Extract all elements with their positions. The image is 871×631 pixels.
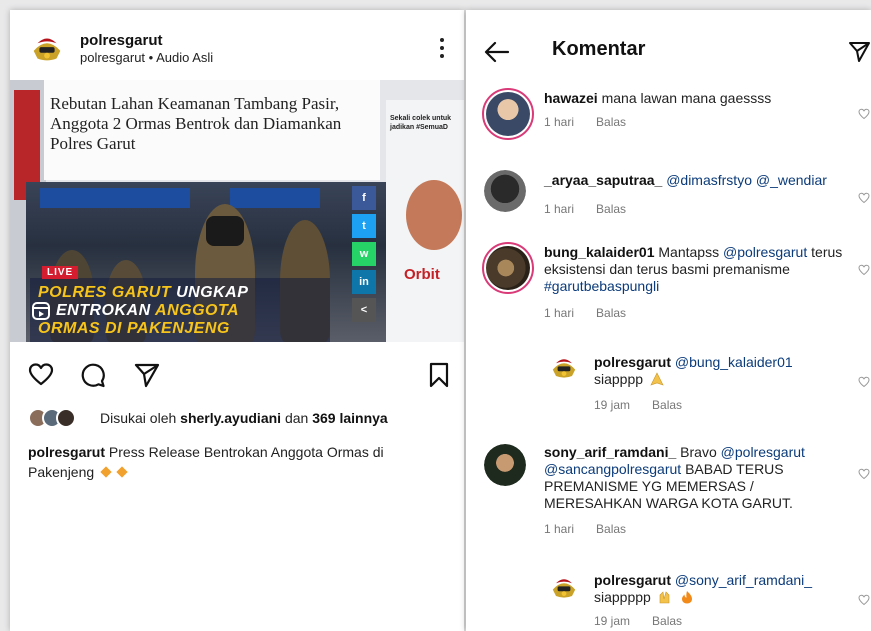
live-badge: LIVE bbox=[42, 266, 79, 279]
comment-meta: 1 hari Balas bbox=[544, 522, 627, 536]
comment-like-heart-icon[interactable] bbox=[858, 376, 870, 388]
likes-text[interactable]: Disukai oleh sherly.ayudiani dan 369 lai… bbox=[100, 410, 388, 426]
side-banner-text: Sekali colek untuk jadikan #SemuaD bbox=[390, 115, 452, 131]
post-username[interactable]: polresgarut bbox=[80, 32, 163, 49]
comment-meta: 19 jam Balas bbox=[594, 614, 683, 628]
comment-reply-item: polresgarut @sony_arif_ramdani_ siappppp… bbox=[466, 570, 871, 631]
fire-icon bbox=[681, 591, 692, 604]
comment-text: polresgarut @bung_kalaider01 siapppp bbox=[594, 354, 793, 387]
commenter-avatar[interactable] bbox=[484, 170, 526, 212]
reply-button[interactable]: Balas bbox=[652, 614, 682, 628]
share-send-icon[interactable] bbox=[134, 362, 160, 388]
comment-item: bung_kalaider01 Mantapss @polresgarut te… bbox=[466, 240, 871, 352]
like-heart-icon[interactable] bbox=[28, 362, 54, 388]
commenter-avatar[interactable] bbox=[482, 242, 534, 294]
comment-meta: 1 hari Balas bbox=[544, 306, 627, 320]
diamond-emoji-icon bbox=[116, 466, 128, 478]
commenter-avatar[interactable] bbox=[482, 88, 534, 140]
polres-badge-avatar[interactable] bbox=[28, 30, 66, 68]
comment-like-heart-icon[interactable] bbox=[858, 468, 870, 480]
reply-button[interactable]: Balas bbox=[596, 202, 626, 216]
post-header: polresgarut polresgarut • Audio Asli bbox=[10, 10, 464, 80]
orbit-logo-text: Orbit bbox=[404, 266, 440, 283]
comment-reply-item: polresgarut @bung_kalaider01 siapppp 19 … bbox=[466, 350, 871, 442]
comment-text: polresgarut @sony_arif_ramdani_ siappppp bbox=[594, 572, 813, 605]
comment-text: _aryaa_saputraa_ @dimasfrstyo @_wendiar bbox=[544, 172, 827, 188]
comment-like-heart-icon[interactable] bbox=[858, 264, 870, 276]
comments-title: Komentar bbox=[552, 38, 646, 60]
news-headline: Rebutan Lahan Keamanan Tambang Pasir, An… bbox=[50, 94, 342, 153]
comment-meta: 1 hari Balas bbox=[544, 115, 627, 129]
reply-button[interactable]: Balas bbox=[596, 306, 626, 320]
raising-hands-icon bbox=[659, 591, 670, 604]
post-panel: polresgarut polresgarut • Audio Asli Reb… bbox=[10, 10, 464, 631]
save-bookmark-icon[interactable] bbox=[426, 362, 452, 388]
reply-button[interactable]: Balas bbox=[596, 522, 626, 536]
comment-item: _aryaa_saputraa_ @dimasfrstyo @_wendiar … bbox=[466, 168, 871, 238]
praying-hands-icon bbox=[650, 372, 664, 386]
commenter-avatar[interactable] bbox=[484, 444, 526, 486]
post-actions-bar bbox=[10, 350, 464, 402]
comment-text: hawazei mana lawan mana gaessss bbox=[544, 90, 772, 106]
comment-meta: 1 hari Balas bbox=[544, 202, 627, 216]
video-caption-line-1: POLRES GARUT UNGKAP bbox=[38, 284, 249, 301]
comments-header: Komentar bbox=[466, 10, 871, 88]
share-send-icon[interactable] bbox=[848, 40, 870, 62]
comments-panel: Komentar hawazei mana lawan mana gaessss… bbox=[466, 10, 871, 631]
comment-like-heart-icon[interactable] bbox=[858, 192, 870, 204]
back-arrow-icon[interactable] bbox=[484, 40, 510, 64]
reply-button[interactable]: Balas bbox=[596, 115, 626, 129]
comment-text: bung_kalaider01 Mantapss @polresgarut te… bbox=[544, 244, 843, 294]
comment-item: hawazei mana lawan mana gaessss 1 hari Ba… bbox=[466, 88, 871, 168]
share-buttons-column: f t w in < bbox=[352, 186, 376, 336]
comment-item: sony_arif_ramdani_ Bravo @polresgarut @sa… bbox=[466, 440, 871, 570]
reels-icon bbox=[32, 302, 50, 320]
polres-badge-avatar[interactable] bbox=[548, 572, 580, 604]
comment-text: sony_arif_ramdani_ Bravo @polresgarut @sa… bbox=[544, 444, 805, 511]
comment-bubble-icon[interactable] bbox=[80, 362, 106, 388]
caption-username[interactable]: polresgarut bbox=[28, 444, 105, 460]
more-options-icon[interactable] bbox=[436, 36, 448, 60]
reply-button[interactable]: Balas bbox=[652, 398, 682, 412]
diamond-emoji-icon bbox=[100, 466, 112, 478]
post-video-thumbnail[interactable]: Rebutan Lahan Keamanan Tambang Pasir, An… bbox=[10, 80, 464, 342]
polres-badge-avatar[interactable] bbox=[548, 352, 580, 384]
video-caption-line-3: ORMAS DI PAKENJENG bbox=[38, 320, 230, 337]
post-audio-subtitle[interactable]: polresgarut • Audio Asli bbox=[80, 50, 213, 65]
post-caption: polresgarut Press Release Bentrokan Angg… bbox=[28, 444, 384, 480]
comment-like-heart-icon[interactable] bbox=[858, 594, 870, 606]
liker-avatar bbox=[56, 408, 76, 428]
likes-summary[interactable]: Disukai oleh sherly.ayudiani dan 369 lai… bbox=[28, 408, 458, 432]
video-caption-line-2: ENTROKAN ANGGOTA bbox=[56, 302, 240, 319]
comment-like-heart-icon[interactable] bbox=[858, 108, 870, 120]
comment-meta: 19 jam Balas bbox=[594, 398, 683, 412]
